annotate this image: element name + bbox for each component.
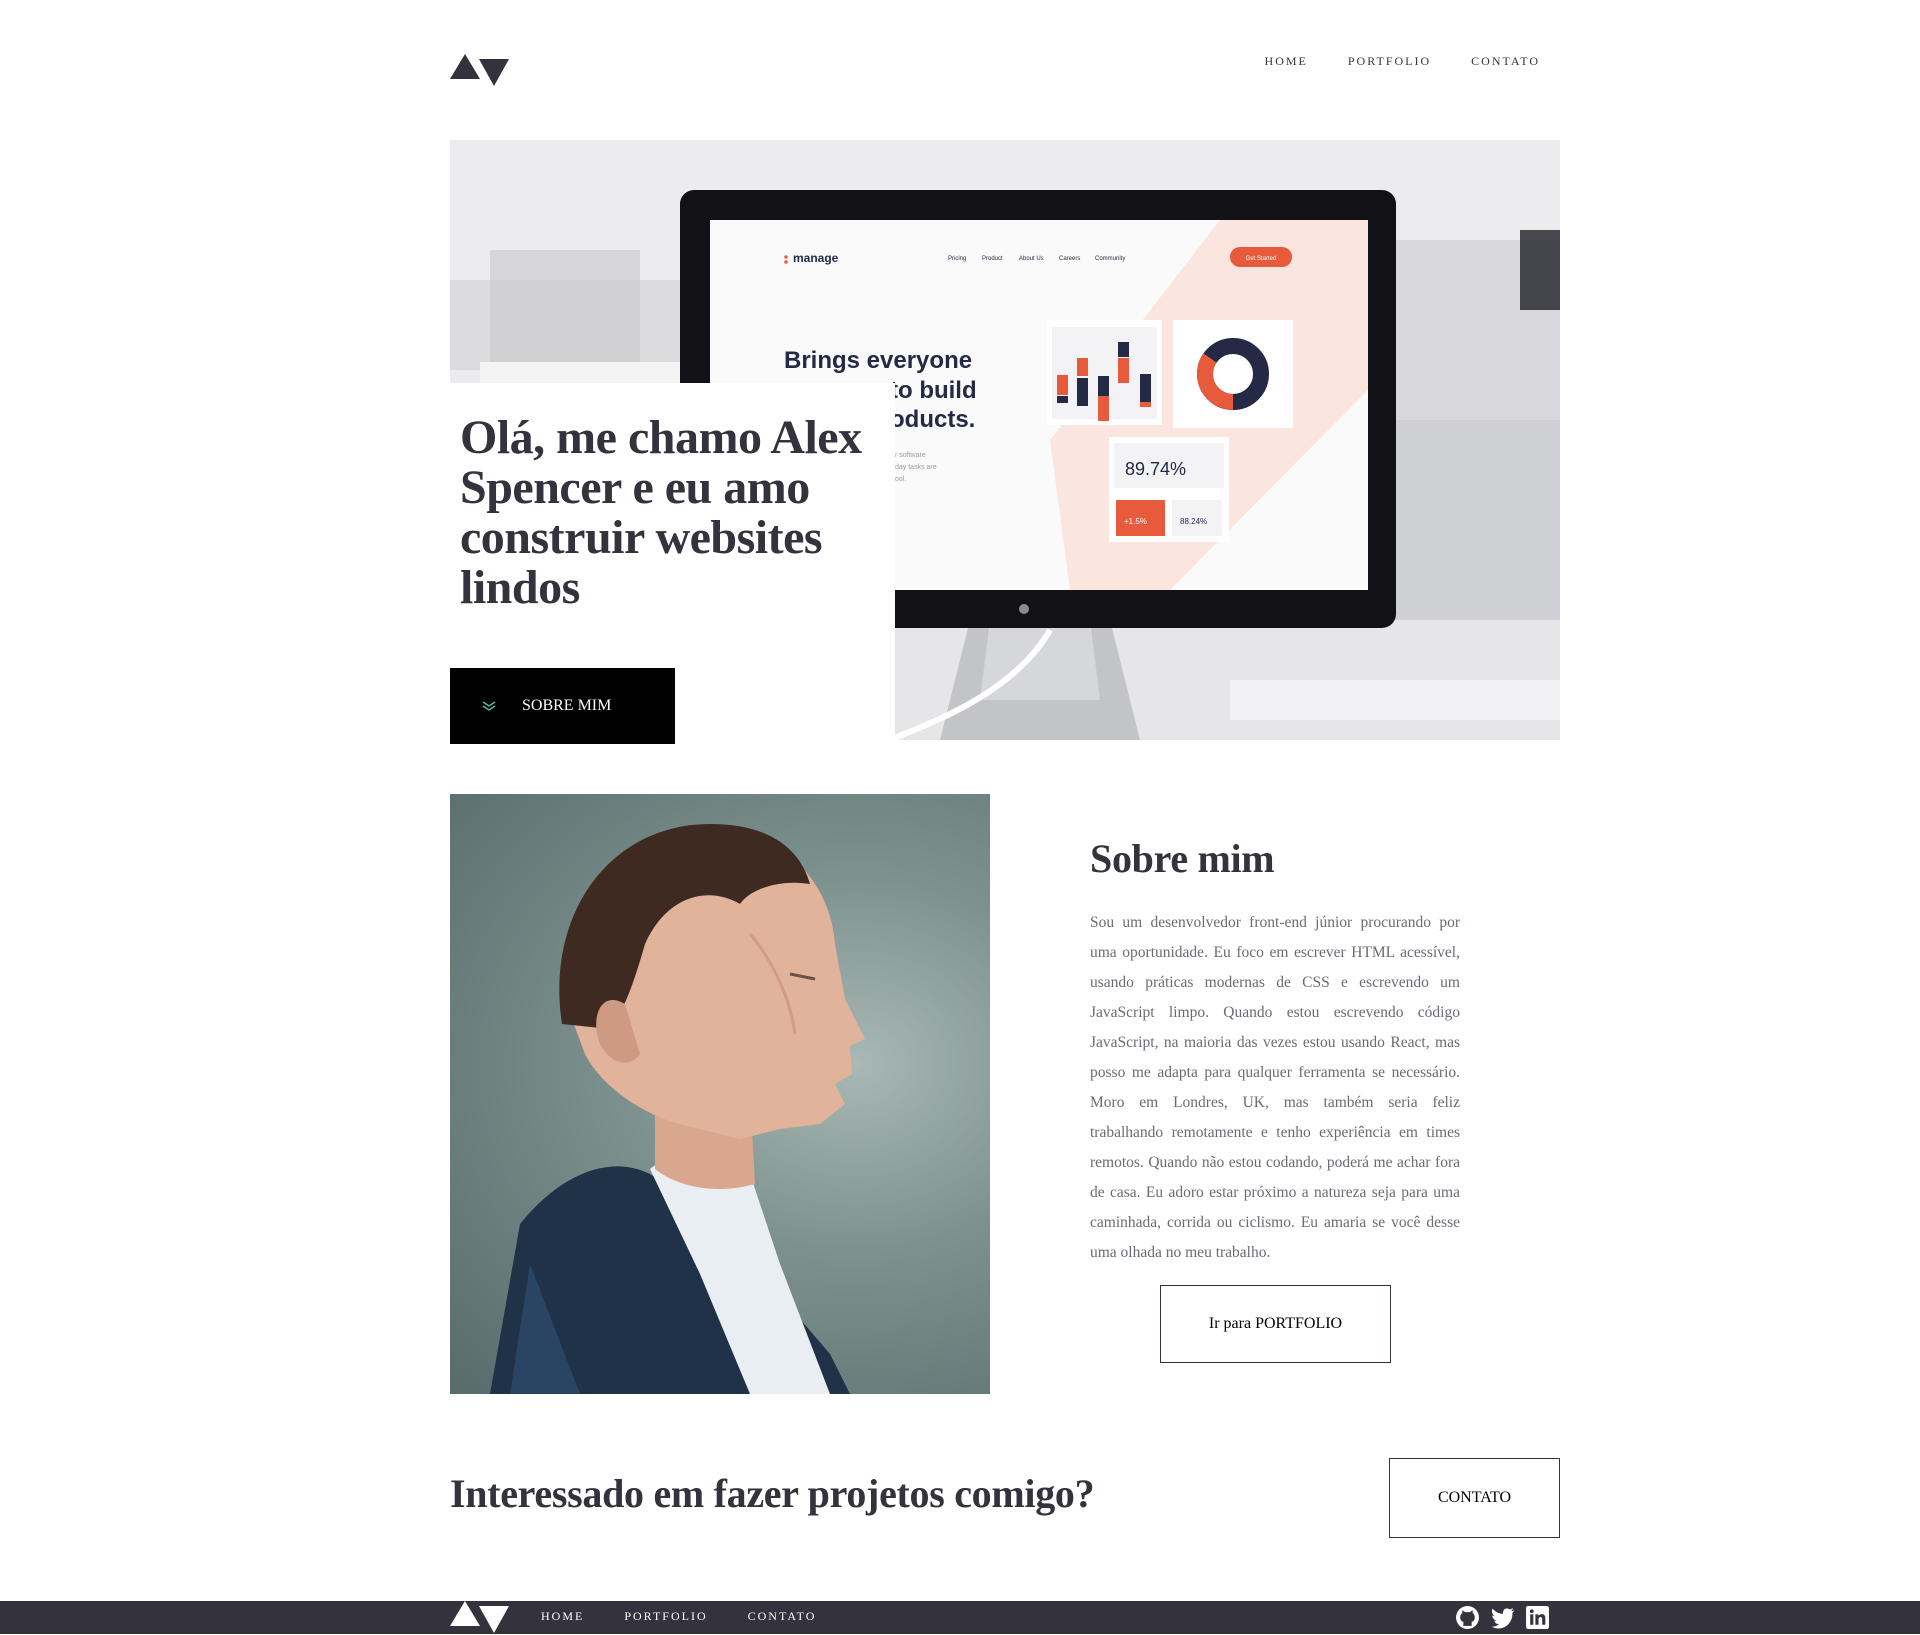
hero-title: Olá, me chamo Alex Spencer e eu amo cons… bbox=[460, 411, 862, 614]
site-header: HOME PORTFOLIO CONTATO bbox=[450, 48, 1560, 88]
about-title: Sobre mim bbox=[1090, 836, 1275, 881]
about-me-button[interactable]: SOBRE MIM bbox=[450, 668, 675, 744]
screen-sub-3: ool. bbox=[895, 476, 906, 483]
screen-sub-2: day tasks are bbox=[895, 464, 937, 471]
screen-headline-1: Brings everyone bbox=[784, 347, 972, 374]
screen-menu-product: Product bbox=[982, 256, 1003, 262]
screen-menu-about: About Us bbox=[1019, 256, 1044, 262]
screen-headline-2: to build bbox=[890, 377, 977, 404]
twitter-icon[interactable] bbox=[1490, 1605, 1515, 1630]
profile-photo bbox=[450, 794, 990, 1394]
about-me-button-label: SOBRE MIM bbox=[522, 697, 612, 714]
screen-headline-3: oducts. bbox=[890, 406, 975, 433]
screen-brand: manage bbox=[793, 251, 839, 265]
screen-menu-careers: Careers bbox=[1059, 256, 1080, 262]
screen-stat-b: 88.24% bbox=[1180, 517, 1207, 526]
contact-button[interactable]: CONTATO bbox=[1389, 1458, 1560, 1538]
logo-icon[interactable] bbox=[450, 54, 510, 86]
site-footer: HOME PORTFOLIO CONTATO bbox=[0, 1601, 1920, 1634]
footer-logo-icon[interactable] bbox=[450, 1601, 510, 1633]
github-icon[interactable] bbox=[1455, 1605, 1480, 1630]
nav-contact-link[interactable]: CONTATO bbox=[1471, 54, 1540, 69]
contact-cta-title: Interessado em fazer projetos comigo? bbox=[450, 1471, 1095, 1516]
chevrons-down-icon bbox=[456, 668, 522, 744]
social-links bbox=[1455, 1605, 1550, 1630]
nav-portfolio-link[interactable]: PORTFOLIO bbox=[1348, 54, 1431, 69]
screen-menu-community: Community bbox=[1095, 256, 1125, 262]
linkedin-icon[interactable] bbox=[1525, 1605, 1550, 1630]
screen-menu-pricing: Pricing bbox=[948, 256, 966, 262]
footer-nav-portfolio-link[interactable]: PORTFOLIO bbox=[624, 1609, 707, 1624]
screen-stat-a: +1.5% bbox=[1124, 517, 1147, 526]
main-nav: HOME PORTFOLIO CONTATO bbox=[1265, 54, 1540, 69]
about-section: Sobre mim Sou um desenvolvedor front-end… bbox=[1090, 835, 1460, 1268]
go-to-portfolio-button[interactable]: Ir para PORTFOLIO bbox=[1160, 1285, 1391, 1363]
screen-stat-main: 89.74% bbox=[1125, 459, 1186, 479]
screen-cta: Get Started bbox=[1246, 256, 1277, 262]
footer-nav: HOME PORTFOLIO CONTATO bbox=[541, 1609, 816, 1624]
nav-home-link[interactable]: HOME bbox=[1265, 54, 1308, 69]
footer-nav-contact-link[interactable]: CONTATO bbox=[748, 1609, 817, 1624]
footer-nav-home-link[interactable]: HOME bbox=[541, 1609, 584, 1624]
screen-sub-1: r software bbox=[895, 452, 926, 459]
about-description: Sou um desenvolvedor front-end júnior pr… bbox=[1090, 914, 1460, 1261]
profile-portrait-illustration bbox=[490, 824, 865, 1394]
